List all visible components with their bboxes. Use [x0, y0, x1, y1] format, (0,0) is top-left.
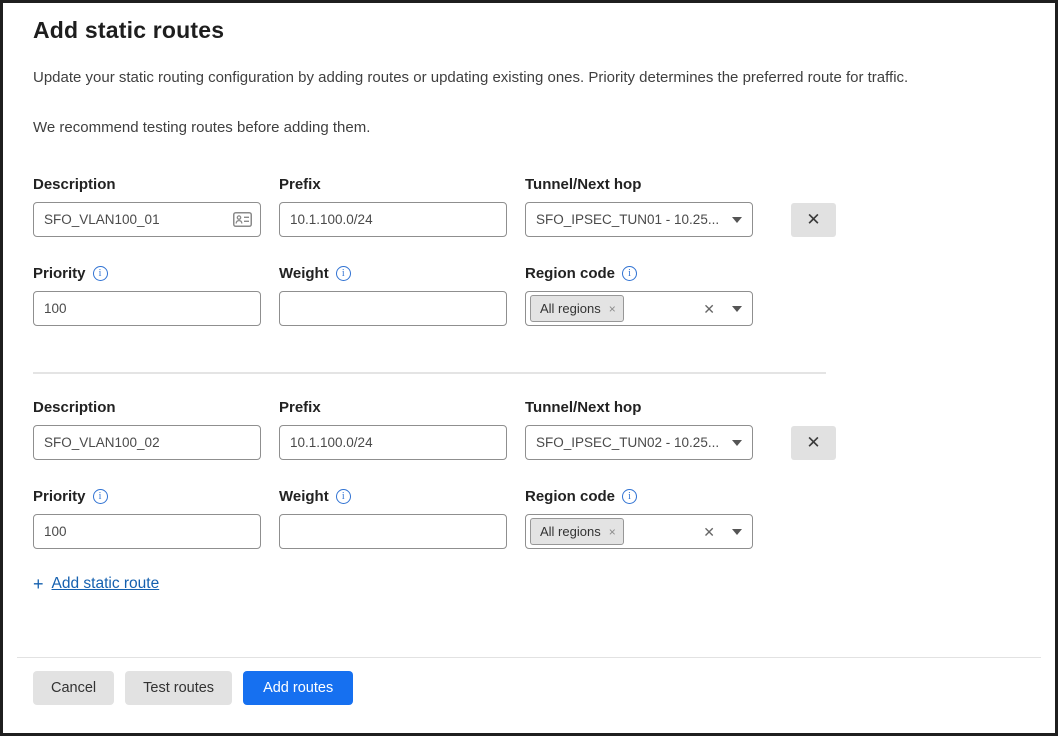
weight-field-1: Weight i [279, 265, 507, 326]
page-title: Add static routes [33, 17, 1025, 44]
info-icon[interactable]: i [622, 489, 637, 504]
footer-buttons: Cancel Test routes Add routes [3, 658, 1055, 705]
region-chip: All regions × [530, 518, 624, 545]
route-1-secondary-row: Priority i Weight i Region code i [33, 265, 1025, 326]
region-field-1: Region code i All regions × ✕ [525, 265, 753, 326]
tunnel-field-1: Tunnel/Next hop SFO_IPSEC_TUN01 - 10.25.… [525, 176, 753, 237]
info-icon[interactable]: i [622, 266, 637, 281]
plus-icon: + [33, 575, 44, 593]
chevron-down-icon [732, 217, 742, 223]
route-1-main-row: Description Prefix [33, 176, 1025, 237]
priority-label: Priority [33, 488, 86, 505]
chevron-down-icon [732, 440, 742, 446]
description-label: Description [33, 399, 261, 416]
weight-input[interactable] [279, 514, 507, 549]
region-chip-label: All regions [540, 301, 601, 316]
prefix-field-1: Prefix [279, 176, 507, 237]
region-chip-label: All regions [540, 524, 601, 539]
tunnel-selected-value: SFO_IPSEC_TUN02 - 10.25... [536, 435, 724, 450]
info-icon[interactable]: i [336, 489, 351, 504]
chip-remove-icon[interactable]: × [609, 526, 616, 538]
remove-route-button[interactable]: ✕ [791, 426, 836, 460]
info-icon[interactable]: i [93, 266, 108, 281]
clear-selection-icon[interactable]: ✕ [703, 525, 724, 539]
weight-label: Weight [279, 488, 329, 505]
tunnel-selected-value: SFO_IPSEC_TUN01 - 10.25... [536, 212, 724, 227]
route-block-2: Description Prefix Tunnel/Next hop SFO_I… [33, 399, 1025, 549]
weight-field-2: Weight i [279, 488, 507, 549]
description-field-1: Description [33, 176, 261, 237]
add-static-route-link[interactable]: Add static route [52, 575, 160, 593]
add-routes-button[interactable]: Add routes [243, 671, 353, 705]
region-multiselect[interactable]: All regions × ✕ [525, 291, 753, 326]
priority-label: Priority [33, 265, 86, 282]
prefix-label: Prefix [279, 176, 507, 193]
description-label: Description [33, 176, 261, 193]
add-static-route-row: + Add static route [33, 575, 1025, 593]
prefix-field-2: Prefix [279, 399, 507, 460]
priority-field-2: Priority i [33, 488, 261, 549]
region-field-2: Region code i All regions × ✕ [525, 488, 753, 549]
route-2-main-row: Description Prefix Tunnel/Next hop SFO_I… [33, 399, 1025, 460]
description-input[interactable] [33, 425, 261, 460]
route-divider [33, 372, 826, 374]
dialog-content: Add static routes Update your static rou… [3, 3, 1055, 593]
cancel-button[interactable]: Cancel [33, 671, 114, 705]
recommendation-text: We recommend testing routes before addin… [33, 118, 1025, 138]
prefix-label: Prefix [279, 399, 507, 416]
info-icon[interactable]: i [93, 489, 108, 504]
chevron-down-icon [732, 306, 742, 312]
region-multiselect[interactable]: All regions × ✕ [525, 514, 753, 549]
prefix-input[interactable] [279, 202, 507, 237]
description-input-wrap [33, 202, 261, 237]
region-chip: All regions × [530, 295, 624, 322]
priority-input[interactable] [33, 291, 261, 326]
weight-label: Weight [279, 265, 329, 282]
prefix-input[interactable] [279, 425, 507, 460]
priority-input[interactable] [33, 514, 261, 549]
route-block-1: Description Prefix [33, 176, 1025, 326]
test-routes-button[interactable]: Test routes [125, 671, 232, 705]
description-input[interactable] [33, 202, 261, 237]
add-static-routes-dialog: Add static routes Update your static rou… [0, 0, 1058, 736]
contact-card-icon [233, 212, 252, 227]
intro-text: Update your static routing configuration… [33, 68, 1025, 88]
tunnel-select[interactable]: SFO_IPSEC_TUN02 - 10.25... [525, 425, 753, 460]
clear-selection-icon[interactable]: ✕ [703, 302, 724, 316]
region-code-label: Region code [525, 488, 615, 505]
weight-input[interactable] [279, 291, 507, 326]
priority-field-1: Priority i [33, 265, 261, 326]
info-icon[interactable]: i [336, 266, 351, 281]
description-field-2: Description [33, 399, 261, 460]
region-code-label: Region code [525, 265, 615, 282]
route-2-secondary-row: Priority i Weight i Region code i [33, 488, 1025, 549]
tunnel-label: Tunnel/Next hop [525, 176, 753, 193]
chevron-down-icon [732, 529, 742, 535]
dialog-footer: Cancel Test routes Add routes [3, 657, 1055, 733]
chip-remove-icon[interactable]: × [609, 303, 616, 315]
tunnel-select[interactable]: SFO_IPSEC_TUN01 - 10.25... [525, 202, 753, 237]
tunnel-field-2: Tunnel/Next hop SFO_IPSEC_TUN02 - 10.25.… [525, 399, 753, 460]
remove-route-button[interactable]: ✕ [791, 203, 836, 237]
tunnel-label: Tunnel/Next hop [525, 399, 753, 416]
